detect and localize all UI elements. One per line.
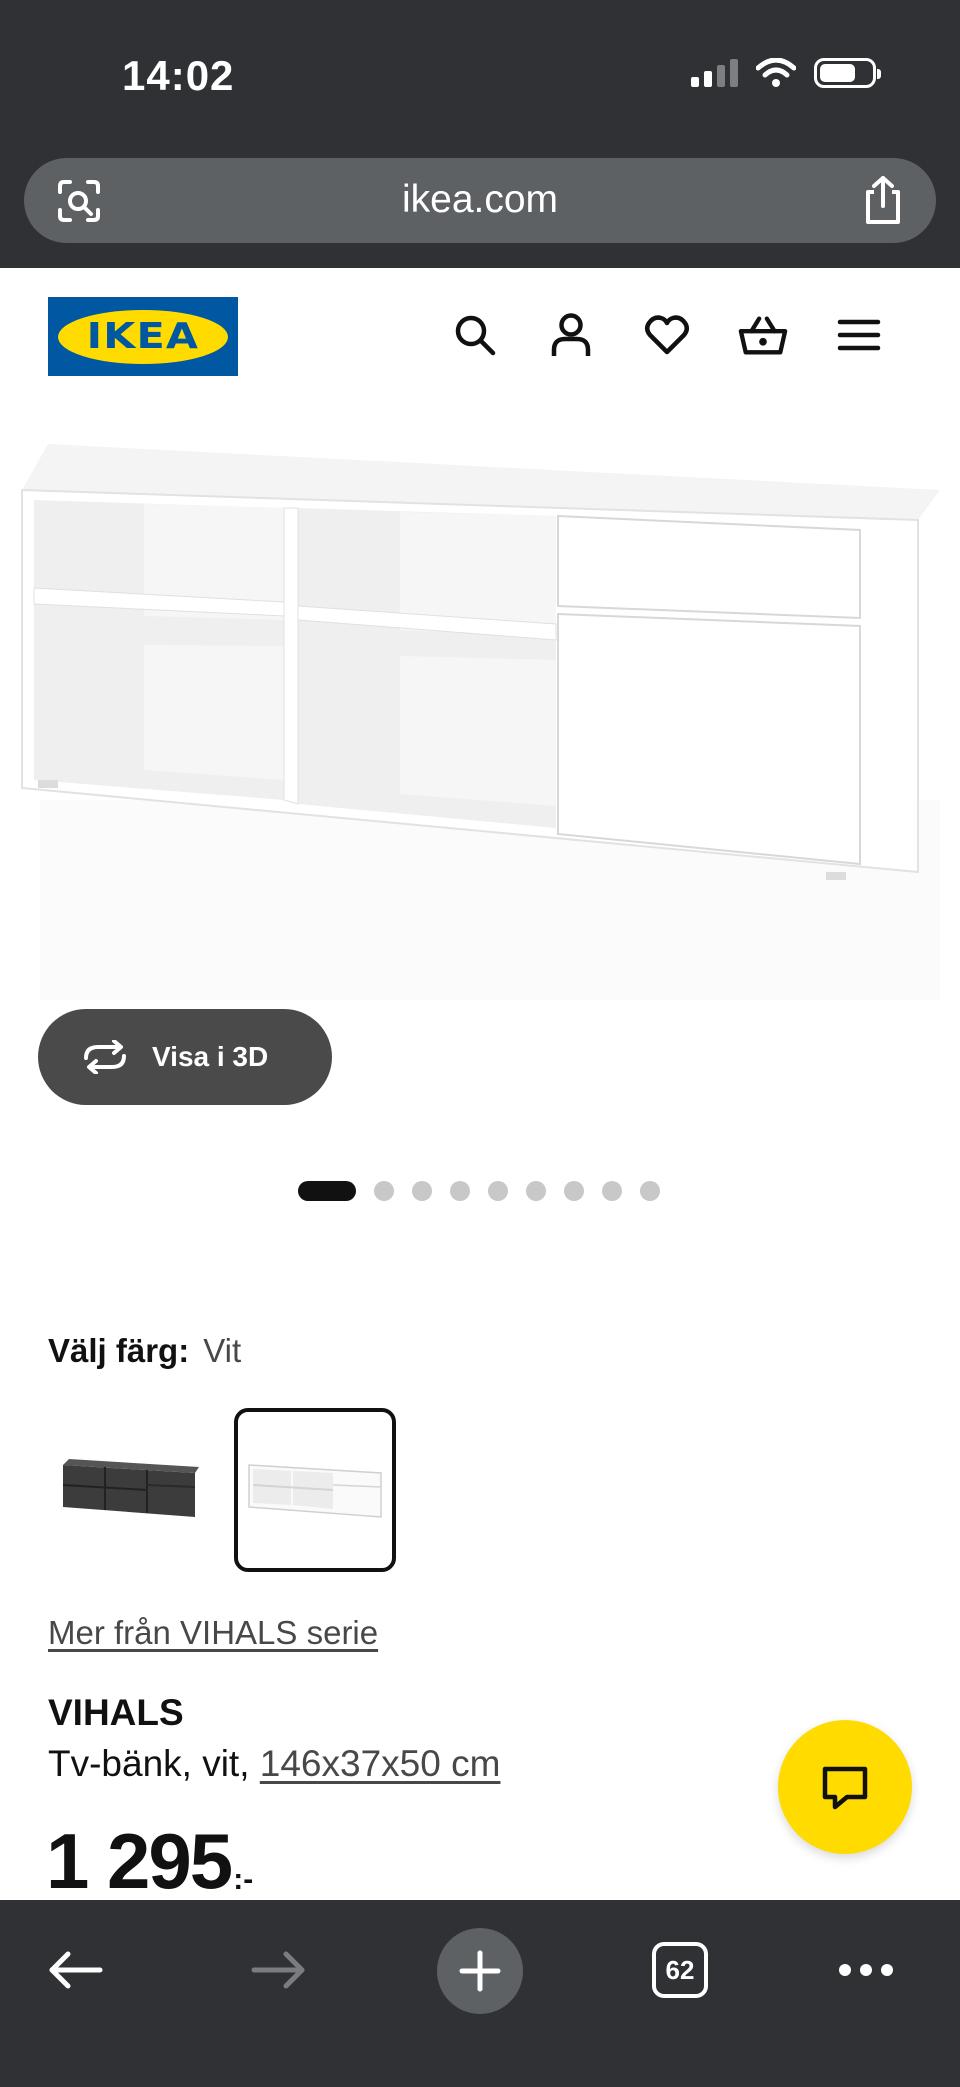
product-image[interactable] [0, 420, 960, 1010]
account-icon[interactable] [546, 306, 596, 364]
ellipsis-icon [839, 1964, 893, 1976]
status-icons [691, 58, 881, 88]
gallery-dot[interactable] [450, 1181, 470, 1201]
url-text[interactable]: ikea.com [24, 178, 936, 222]
gallery-dot[interactable] [374, 1181, 394, 1201]
swatch-image-white [248, 1464, 382, 1518]
header-actions [450, 306, 884, 364]
color-label: Välj färg: [48, 1332, 190, 1369]
series-link[interactable]: Mer från VIHALS serie [48, 1614, 378, 1652]
plus-icon [459, 1950, 501, 1992]
product-description-text: Tv-bänk, vit, [48, 1743, 250, 1784]
rotate-3d-icon [84, 1040, 126, 1074]
chat-button[interactable] [778, 1720, 912, 1854]
price-value: 1 295 [46, 1817, 233, 1905]
product-price: 1 295:- [46, 1822, 253, 1900]
battery-icon [814, 58, 881, 88]
gallery-dot[interactable] [526, 1181, 546, 1201]
cellular-signal-icon [691, 59, 738, 87]
chat-icon [822, 1766, 868, 1810]
view-in-3d-button[interactable]: Visa i 3D [38, 1009, 332, 1105]
tabs-button[interactable]: 62 [652, 1942, 708, 1998]
product-dimensions-link[interactable]: 146x37x50 cm [260, 1743, 501, 1784]
browser-top-chrome: 14:02 ikea.com [0, 0, 960, 268]
wifi-icon [756, 58, 796, 87]
share-icon[interactable] [860, 174, 906, 226]
new-tab-button[interactable] [437, 1928, 523, 2014]
gallery-pagination[interactable] [298, 1181, 660, 1201]
swatch-image-dark-grey [62, 1459, 199, 1517]
product-description: Tv-bänk, vit, 146x37x50 cm [48, 1743, 500, 1785]
color-selector-heading: Välj färg: Vit [48, 1332, 241, 1370]
color-value: Vit [203, 1332, 242, 1369]
gallery-dot[interactable] [298, 1181, 356, 1201]
basket-icon[interactable] [738, 306, 788, 364]
menu-icon[interactable] [834, 306, 884, 364]
color-option-white[interactable] [234, 1408, 396, 1572]
gallery-dot[interactable] [564, 1181, 584, 1201]
gallery-dot[interactable] [640, 1181, 660, 1201]
view-in-3d-label: Visa i 3D [152, 1041, 269, 1072]
ikea-logo[interactable]: IKEA [48, 297, 238, 376]
url-bar[interactable]: ikea.com [24, 158, 936, 243]
more-options-button[interactable] [838, 1940, 894, 2000]
product-name: VIHALS [48, 1692, 184, 1733]
heart-icon[interactable] [642, 306, 692, 364]
search-icon[interactable] [450, 306, 500, 364]
forward-arrow-icon [251, 1951, 305, 1989]
gallery-dot[interactable] [412, 1181, 432, 1201]
back-arrow-icon [49, 1951, 103, 1989]
browser-bottom-toolbar: 62 [0, 1900, 960, 2087]
status-time: 14:02 [122, 52, 235, 99]
logo-text: IKEA [86, 316, 200, 357]
tabs-count: 62 [652, 1942, 708, 1998]
gallery-dot[interactable] [602, 1181, 622, 1201]
price-suffix: :- [233, 1863, 254, 1896]
color-option-dark-grey[interactable] [48, 1408, 210, 1572]
forward-button[interactable] [248, 1940, 308, 2000]
back-button[interactable] [46, 1940, 106, 2000]
gallery-dot[interactable] [488, 1181, 508, 1201]
